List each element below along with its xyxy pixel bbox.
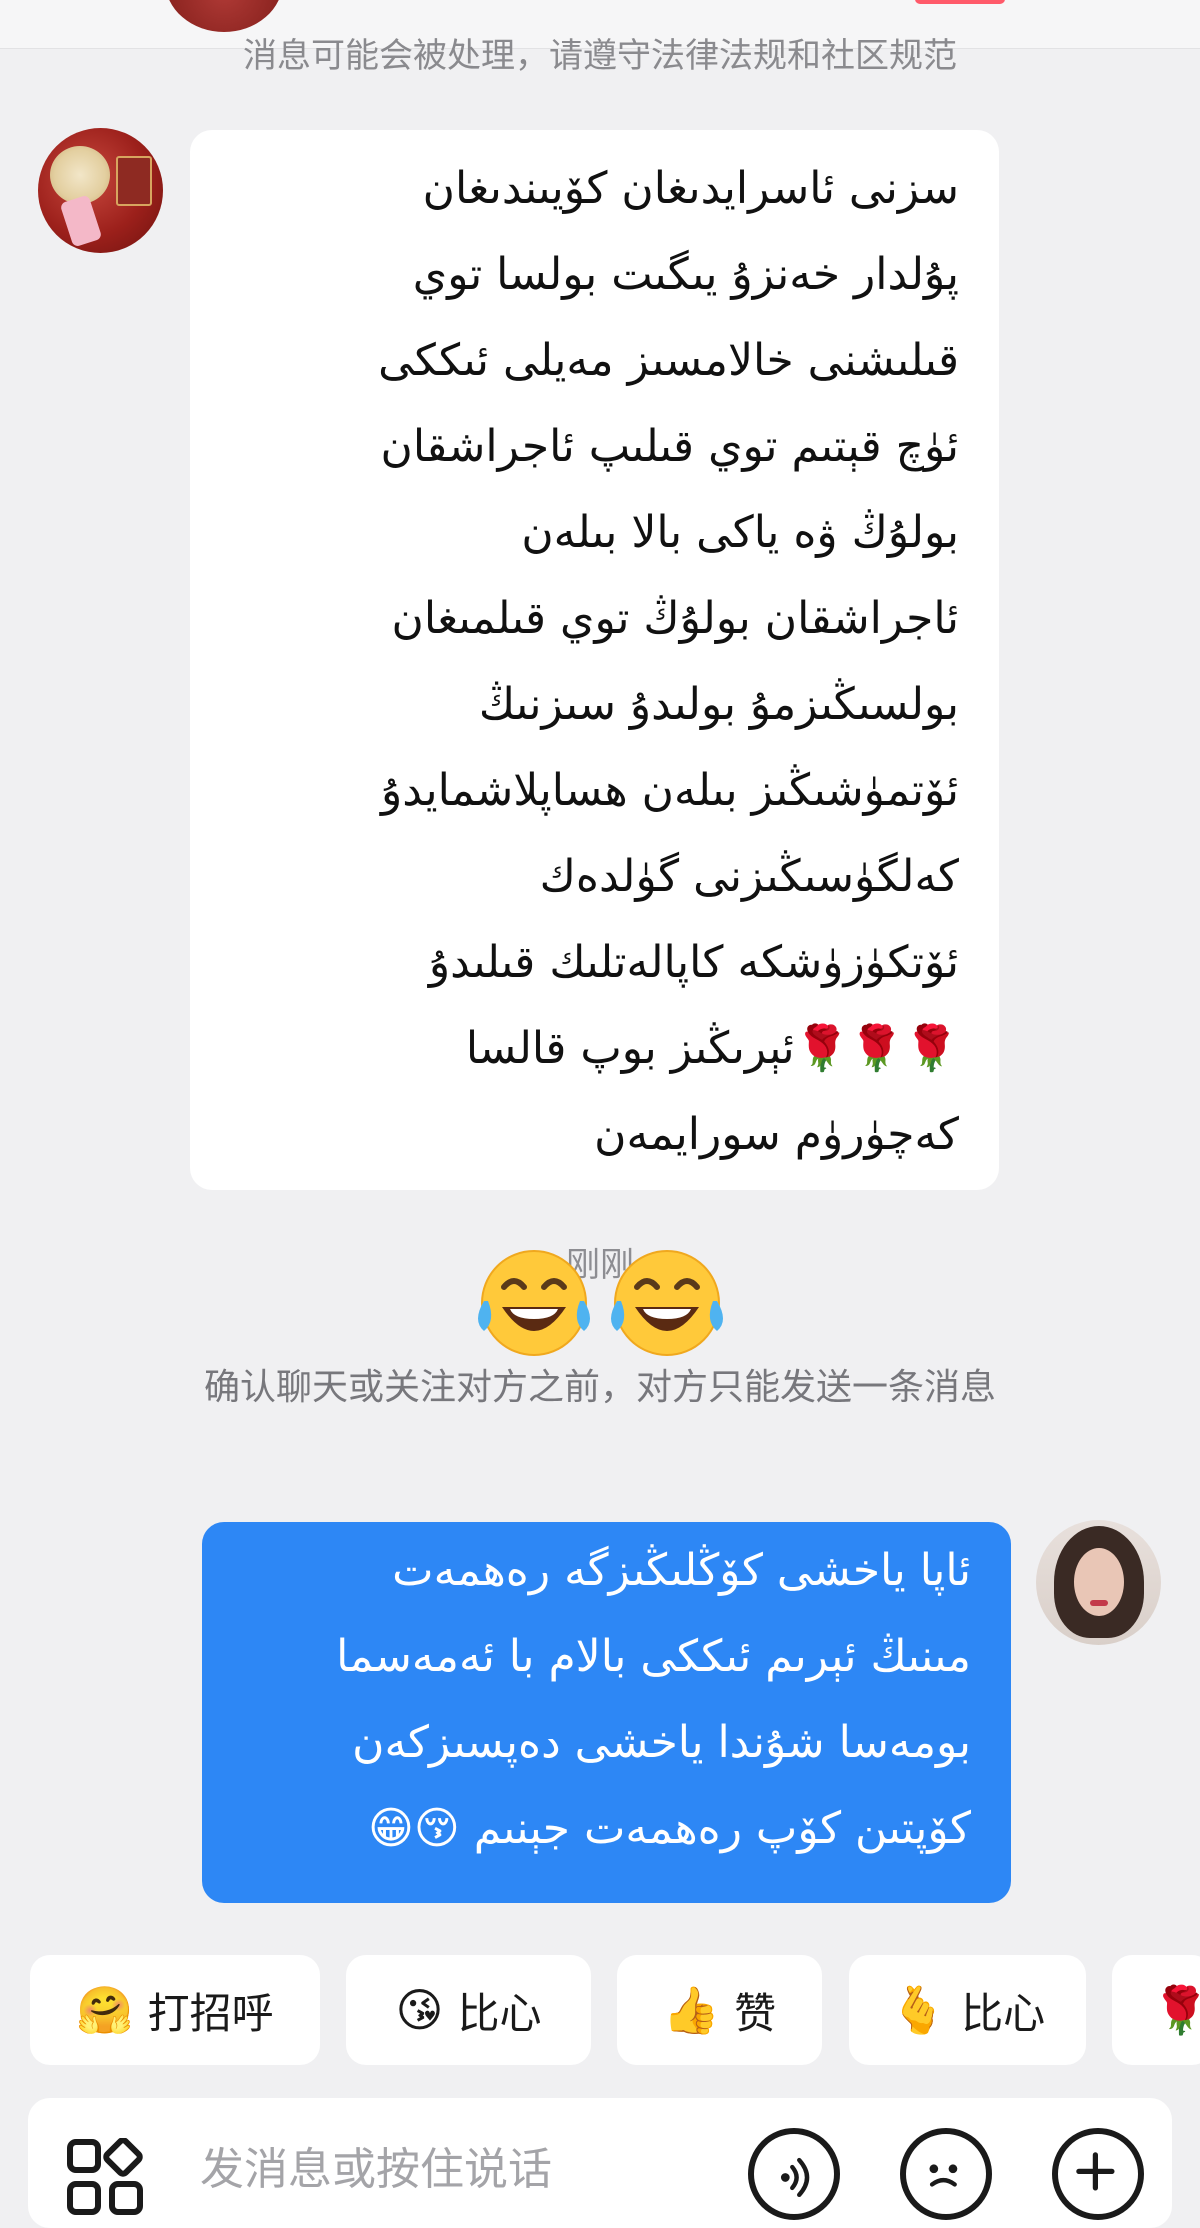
peer-avatar[interactable]	[165, 0, 283, 32]
message-line: 🌹🌹🌹ئېرىڭىز بوپ قالسا	[465, 1023, 959, 1074]
content-notice: 消息可能会被处理，请遵守法律法规和社区规范	[243, 36, 957, 72]
message-line: ئۈچ قېتىم توي قىلىپ ئاجراشقان	[380, 421, 959, 472]
message-line: ئاپا ياخشى كۆڭلىڭىزگە رەھمەت	[392, 1545, 971, 1596]
kiss-icon: 😘	[395, 1983, 444, 2037]
message-line: كۆپتىن كۆپ رەھمەت جېنىم 😚😁	[367, 1803, 971, 1854]
quick-reply-bar: 🤗 打招呼 😘 比心 👍 赞 🫰 比心 🌹	[30, 1955, 1200, 2065]
emoji-icon[interactable]	[900, 2128, 992, 2220]
quick-reply-like[interactable]: 👍 赞	[617, 1955, 822, 2065]
tears-of-joy-icon[interactable]	[603, 1243, 731, 1359]
plus-icon[interactable]	[1052, 2128, 1144, 2220]
message-line: مىنىڭ ئېرىم ئىككى بالام با ئەمەسما	[336, 1631, 971, 1682]
sender-avatar[interactable]	[38, 128, 163, 253]
bouquet-image	[50, 146, 110, 204]
quick-reply-rose[interactable]: 🌹	[1112, 1955, 1200, 2065]
message-line: بومەسا شۇندا ياخشى دەپسىزكەن	[352, 1717, 971, 1768]
message-line: بولسىڭىزمۇ بولىدۇ سىزنىڭ	[478, 679, 959, 730]
incoming-message-bubble[interactable]: سزنى ئاسرايدىغان كۆيىندىغان پۇلدار خەنزۇ…	[190, 130, 999, 1190]
message-line: ئاجراشقان بولۇڭ توي قىلمىغان	[391, 593, 960, 644]
message-line: قىلىشنى خالامسىز مەيلى ئىككى	[378, 335, 959, 386]
quick-reply-heart[interactable]: 😘 比心	[346, 1955, 591, 2065]
message-line: ئۆتكۈزۈشكە كاپالەتلىك قىلىدۇ	[428, 937, 959, 988]
outgoing-message-bubble[interactable]: ئاپا ياخشى كۆڭلىڭىزگە رەھمەت مىنىڭ ئېرىم…	[202, 1522, 1011, 1903]
ribbon-image	[59, 194, 103, 248]
message-line: كەچۈرۈم سورايمەن	[594, 1109, 959, 1160]
tears-of-joy-icon[interactable]	[470, 1243, 598, 1359]
certificate-image	[116, 156, 152, 206]
voice-icon[interactable]	[748, 2128, 840, 2220]
quick-reply-label: 比心	[961, 1988, 1046, 2038]
quick-reply-label: 比心	[457, 1988, 542, 2038]
quick-reply-finger-heart[interactable]: 🫰 比心	[849, 1955, 1086, 2065]
thumbs-up-icon: 👍	[662, 1982, 721, 2037]
message-input[interactable]	[198, 2138, 722, 2200]
message-line: كەلگۈسىڭىزنى گۈلدەك	[539, 851, 959, 902]
finger-heart-icon: 🫰	[889, 1982, 948, 2037]
rose-icon: 🌹	[1152, 1982, 1200, 2037]
avatar-lips	[1090, 1600, 1108, 1606]
message-line: پۇلدار خەنزۇ يىگىت بولسا توي	[412, 249, 959, 300]
quick-reply-label: 打招呼	[147, 1988, 274, 2038]
message-line: بولۇڭ ۋە ياكى بالا بىلەن	[521, 507, 959, 558]
hug-icon: 🤗	[76, 1982, 134, 2037]
my-avatar[interactable]	[1036, 1520, 1161, 1645]
message-line: سزنى ئاسرايدىغان كۆيىندىغان	[422, 163, 959, 214]
message-line: ئۆتمۈشىڭىز بىلەن ھساپلاشمايدۇ	[380, 765, 959, 816]
message-timestamp: 刚刚	[566, 1245, 634, 1285]
quick-reply-greet[interactable]: 🤗 打招呼	[30, 1955, 320, 2065]
apps-icon[interactable]	[66, 2137, 146, 2218]
header-accent	[915, 0, 1005, 4]
message-composer	[28, 2098, 1172, 2228]
quick-reply-label: 赞	[734, 1988, 777, 2038]
system-notice: 确认聊天或关注对方之前，对方只能发送一条消息	[203, 1367, 996, 1408]
